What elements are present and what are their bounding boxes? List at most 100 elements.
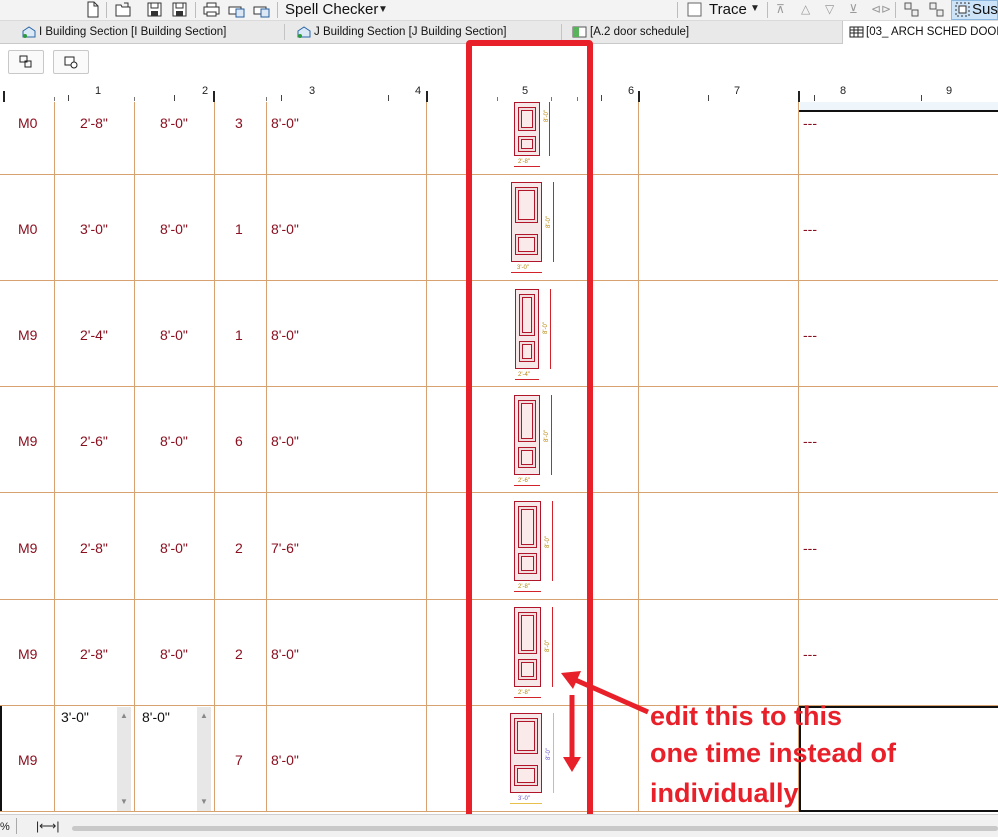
ruler-tick [601, 95, 602, 101]
annotation-line-1: edit this to this [650, 701, 842, 731]
section-view-icon [297, 26, 311, 38]
ruler-tick [54, 97, 55, 101]
cell-width[interactable]: 3'-0" [80, 221, 108, 237]
cell-height[interactable]: 8'-0" [160, 540, 188, 556]
cell-height-editor[interactable]: 8'-0" [142, 709, 170, 725]
cell-qty[interactable]: 6 [235, 433, 243, 449]
ruler-tick [68, 95, 69, 101]
cell-header-height[interactable]: 8'-0" [271, 327, 299, 343]
cell-scrollbar[interactable] [197, 707, 211, 811]
chevron-down-icon[interactable]: ▼ [750, 3, 760, 14]
ruler-marker [426, 91, 428, 102]
save-all-icon[interactable] [171, 1, 188, 18]
cell-header-height[interactable]: 8'-0" [271, 433, 299, 449]
trace-button[interactable]: Trace [709, 0, 747, 19]
spell-checker-button[interactable]: Spell Checker [285, 0, 378, 19]
cell-qty[interactable]: 1 [235, 221, 243, 237]
print-icon[interactable] [203, 1, 220, 18]
cell-width[interactable]: 2'-6" [80, 433, 108, 449]
cell-type[interactable]: M0 [18, 221, 37, 237]
cell-width[interactable]: 2'-8" [80, 540, 108, 556]
ruler-label: 4 [415, 85, 422, 97]
cell-height[interactable]: 8'-0" [160, 646, 188, 662]
cell-header-height[interactable]: 8'-0" [271, 752, 299, 768]
cell-qty[interactable]: 1 [235, 327, 243, 343]
ruler-tick [281, 95, 282, 101]
scroll-up-icon[interactable]: ▲ [200, 711, 208, 720]
select-elements-button[interactable] [8, 50, 44, 74]
arrow-icon [561, 671, 650, 772]
select-elements-icon [19, 55, 32, 68]
cell-height[interactable]: 8'-0" [160, 221, 188, 237]
cell-width[interactable]: 2'-8" [80, 115, 108, 131]
cell-qty[interactable]: 2 [235, 646, 243, 662]
tab-i-building-section[interactable]: I Building Section [I Building Section] [39, 21, 259, 43]
cell-type[interactable]: M9 [18, 327, 37, 343]
cell-header-height[interactable]: 8'-0" [271, 646, 299, 662]
settings-button[interactable] [53, 50, 89, 74]
new-file-icon[interactable] [84, 1, 101, 18]
nav-down-icon[interactable]: ▽ [825, 1, 834, 18]
ruler-tick [134, 97, 135, 101]
cell-width[interactable]: 2'-8" [80, 646, 108, 662]
cell-remarks[interactable]: --- [803, 221, 817, 237]
cell-remarks[interactable]: --- [803, 433, 817, 449]
cell-header-height[interactable]: 8'-0" [271, 115, 299, 131]
cell-remarks[interactable]: --- [803, 115, 817, 131]
ruler-label: 6 [628, 85, 635, 97]
cell-qty[interactable]: 2 [235, 540, 243, 556]
ruler-label: 2 [202, 85, 209, 97]
cell-type[interactable]: M9 [18, 540, 37, 556]
layout-icon [572, 26, 587, 38]
scroll-down-icon[interactable]: ▼ [200, 797, 208, 806]
toolbar-separator [895, 2, 896, 18]
row-selection-edge [0, 706, 2, 812]
tab-door-schedule[interactable]: [A.2 door schedule] [590, 21, 830, 43]
cell-scrollbar[interactable] [117, 707, 131, 811]
cell-type[interactable]: M0 [18, 115, 37, 131]
cell-remarks[interactable]: --- [803, 327, 817, 343]
toolbar-separator [677, 2, 678, 18]
ruler-label: 9 [946, 85, 953, 97]
ruler-marker [213, 91, 215, 102]
zoom-level[interactable]: % [0, 821, 10, 833]
nav-skip-icon[interactable]: ⊲⊳ [871, 1, 891, 18]
print-setup-icon[interactable] [253, 1, 270, 18]
group-icon[interactable] [903, 1, 920, 18]
cell-header-height[interactable]: 7'-6" [271, 540, 299, 556]
cell-type[interactable]: M9 [18, 646, 37, 662]
ruler-tick [814, 95, 815, 101]
cell-height[interactable]: 8'-0" [160, 115, 188, 131]
toolbar-separator [106, 2, 107, 18]
chevron-down-icon[interactable]: ▼ [378, 3, 388, 17]
cell-type[interactable]: M9 [18, 433, 37, 449]
cell-width[interactable]: 2'-4" [80, 327, 108, 343]
save-icon[interactable] [146, 1, 163, 18]
ungroup-icon[interactable] [928, 1, 945, 18]
ruler-tick [266, 97, 267, 101]
fit-width-icon[interactable]: |⟷| [36, 819, 59, 833]
tab-arch-sched-door[interactable]: [03_ ARCH SCHED DOOR FO [866, 21, 998, 43]
settings-icon [64, 56, 78, 69]
cell-height[interactable]: 8'-0" [160, 433, 188, 449]
cell-qty[interactable]: 3 [235, 115, 243, 131]
cell-height[interactable]: 8'-0" [160, 327, 188, 343]
cell-type[interactable]: M9 [18, 752, 37, 768]
cell-qty[interactable]: 7 [235, 752, 243, 768]
ruler-label: 8 [840, 85, 847, 97]
nav-up-icon[interactable]: △ [801, 1, 810, 18]
cell-width-editor[interactable]: 3'-0" [61, 709, 89, 725]
print-preview-icon[interactable] [228, 1, 245, 18]
cell-header-height[interactable]: 8'-0" [271, 221, 299, 237]
nav-last-icon[interactable]: ⊻ [849, 1, 858, 18]
horizontal-scrollbar[interactable] [72, 826, 998, 831]
tab-divider [284, 24, 285, 40]
cell-remarks[interactable]: --- [803, 646, 817, 662]
scroll-down-icon[interactable]: ▼ [120, 797, 128, 806]
scroll-up-icon[interactable]: ▲ [120, 711, 128, 720]
trace-icon[interactable] [686, 1, 703, 18]
cell-remarks[interactable]: --- [803, 540, 817, 556]
nav-first-icon[interactable]: ⊼ [776, 1, 785, 18]
suspend-groups-label: Susp [972, 1, 998, 18]
open-file-icon[interactable] [115, 1, 132, 18]
